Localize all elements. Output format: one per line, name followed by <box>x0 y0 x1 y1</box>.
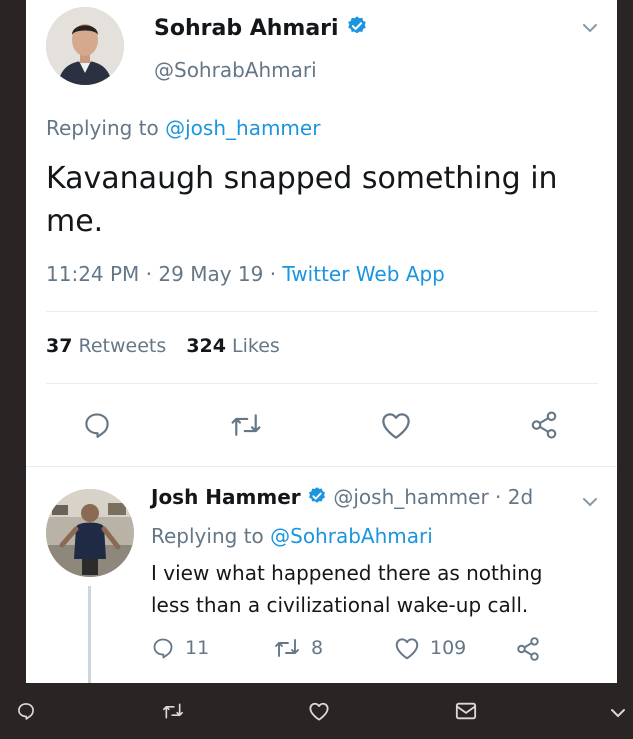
source-link[interactable]: Twitter Web App <box>282 262 444 286</box>
reply-reply-button[interactable]: 11 <box>151 636 209 660</box>
message-icon <box>455 702 477 720</box>
share-icon <box>531 411 557 439</box>
retweet-icon <box>231 414 261 436</box>
reply-replying-to: Replying to @SohrabAhmari <box>151 524 433 548</box>
like-icon <box>309 702 329 721</box>
reply-icon <box>18 703 34 720</box>
author-handle[interactable]: @SohrabAhmari <box>154 58 317 82</box>
divider <box>46 383 598 384</box>
reply-button[interactable] <box>82 410 112 440</box>
thread-line <box>88 586 91 683</box>
likes-count: 324 <box>186 335 226 357</box>
reply-author-handle[interactable]: @josh_hammer <box>333 485 488 509</box>
like-count: 109 <box>430 637 467 659</box>
chevron-down-icon[interactable] <box>582 494 598 514</box>
footer-chevron-down-icon[interactable] <box>610 705 626 724</box>
likes-stat[interactable]: 324 Likes <box>186 335 280 357</box>
bottom-action-bar <box>0 683 633 739</box>
footer-message-button[interactable] <box>455 701 477 725</box>
reply-count: 11 <box>185 637 210 659</box>
reply-like-button[interactable]: 109 <box>394 636 466 660</box>
timestamp-text[interactable]: 11:24 PM · 29 May 19 · <box>46 262 282 286</box>
footer-like-button[interactable] <box>308 701 330 725</box>
engagement-stats: 37 Retweets 324 Likes <box>46 335 280 357</box>
replying-to: Replying to @josh_hammer <box>46 116 320 140</box>
author-name-text[interactable]: Sohrab Ahmari <box>154 16 339 41</box>
tweet-text: Kavanaugh snapped something in me. <box>46 157 558 243</box>
author-name[interactable]: Sohrab Ahmari <box>154 15 368 43</box>
retweet-button[interactable] <box>229 410 263 440</box>
likes-label: Likes <box>232 335 280 357</box>
reply-text-line-2: less than a civilizational wake-up call. <box>151 593 529 617</box>
divider <box>46 311 598 312</box>
retweets-label: Retweets <box>78 335 167 357</box>
reply-header: Josh Hammer @josh_hammer · 2d <box>151 485 533 511</box>
reply-retweet-button[interactable]: 8 <box>273 636 323 660</box>
replying-prefix: Replying to <box>46 116 159 140</box>
avatar-josh-hammer[interactable] <box>46 489 134 577</box>
retweet-count: 8 <box>311 637 324 659</box>
reply-icon <box>153 638 173 659</box>
chevron-down-icon[interactable] <box>582 20 598 40</box>
footer-reply-button[interactable] <box>16 701 36 725</box>
section-divider <box>26 466 617 467</box>
retweets-stat[interactable]: 37 Retweets <box>46 335 172 357</box>
tweet-card: Sohrab Ahmari @SohrabAhmari Replying to … <box>26 0 617 683</box>
reply-author-name[interactable]: Josh Hammer <box>151 485 301 509</box>
reply-text-line-1: I view what happened there as nothing <box>151 561 543 585</box>
verified-badge-icon <box>307 486 327 511</box>
tweet-text-line-2: me. <box>46 204 104 239</box>
share-button[interactable] <box>528 410 560 440</box>
retweet-icon <box>163 703 184 719</box>
reply-replying-handle-link[interactable]: @SohrabAhmari <box>270 524 433 548</box>
share-icon <box>517 637 539 661</box>
retweets-count: 37 <box>46 335 73 357</box>
reply-text: I view what happened there as nothing le… <box>151 557 542 621</box>
tweet-text-line-1: Kavanaugh snapped something in <box>46 161 558 196</box>
avatar-sohrab-ahmari[interactable] <box>46 7 124 85</box>
tweet-timestamp: 11:24 PM · 29 May 19 · Twitter Web App <box>46 262 445 286</box>
reply-replying-prefix: Replying to <box>151 524 264 548</box>
retweet-icon <box>275 639 299 657</box>
reply-icon <box>85 413 109 438</box>
reply-share-button[interactable] <box>515 636 541 662</box>
replying-handle-link[interactable]: @josh_hammer <box>165 116 320 140</box>
like-icon <box>382 413 410 439</box>
verified-badge-icon <box>346 15 368 43</box>
reply-age[interactable]: · 2d <box>495 485 533 509</box>
like-button[interactable] <box>380 410 412 440</box>
footer-retweet-button[interactable] <box>161 701 185 725</box>
like-icon <box>395 638 419 660</box>
